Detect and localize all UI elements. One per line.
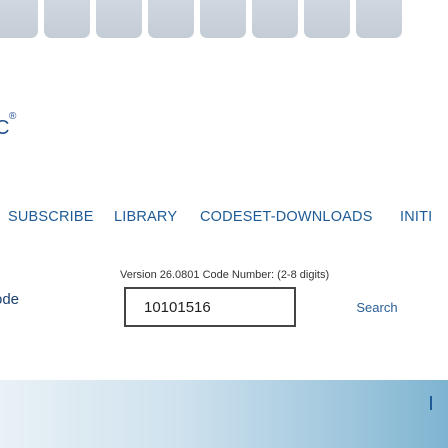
main-nav: SUBSCRIBE LIBRARY CODESET-DOWNLOADS INIT… [0,206,448,232]
site-logo[interactable]: C ® [0,111,16,140]
top-tile [304,0,350,38]
top-tile [252,0,298,38]
top-tile [148,0,194,38]
top-tile [44,0,90,38]
code-field-label: ode [0,291,20,308]
registered-mark: ® [9,111,17,122]
hero-banner [0,380,448,448]
top-tile [356,0,402,38]
nav-subscribe[interactable]: SUBSCRIBE [8,209,94,225]
version-code-hint: Version 26.0801 Code Number: (2-8 digits… [120,269,330,281]
search-button[interactable]: Search [324,287,430,327]
top-tile [200,0,246,38]
nav-initiatives[interactable]: INITI [400,209,432,225]
top-tile-strip [0,0,448,42]
top-tile [96,0,142,38]
code-number-input[interactable] [124,287,296,327]
nav-codeset-downloads[interactable]: CODESET-DOWNLOADS [200,209,373,225]
top-tile [0,0,38,38]
nav-library[interactable]: LIBRARY [114,209,177,225]
hero-marker [430,396,432,410]
